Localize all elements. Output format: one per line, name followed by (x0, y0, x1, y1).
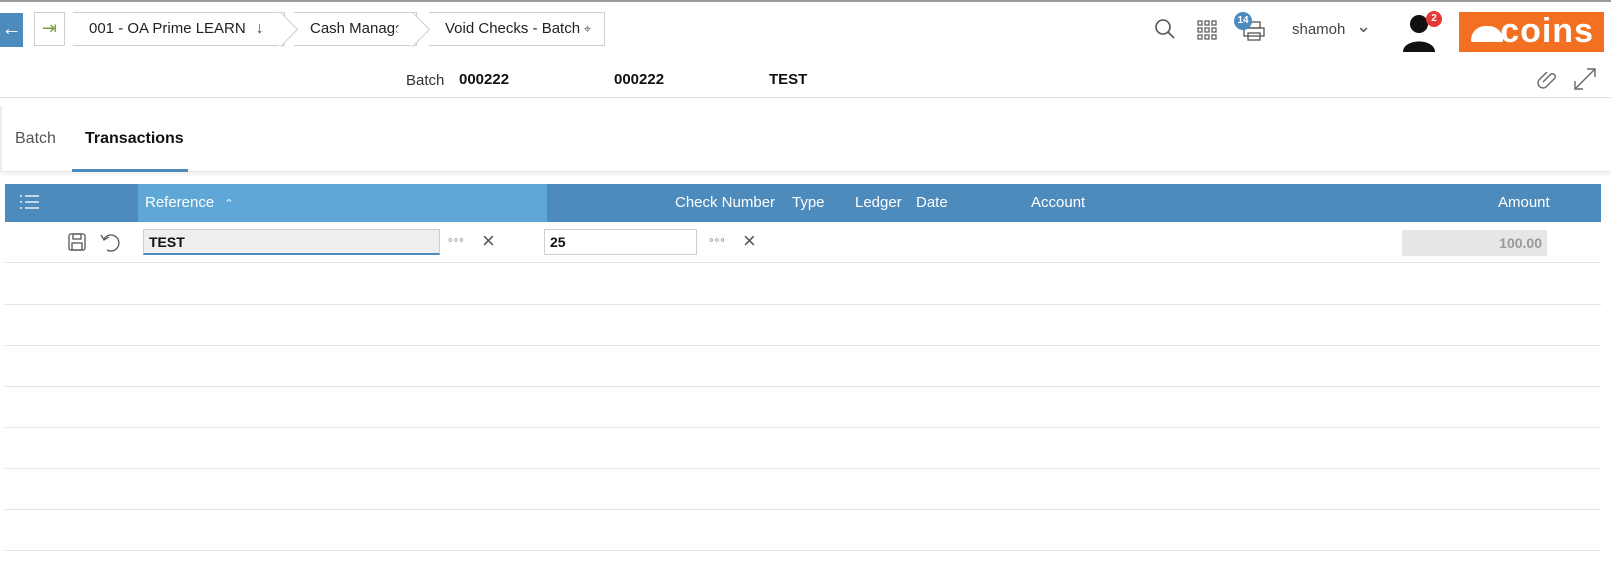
expand-icon[interactable] (1572, 66, 1598, 92)
down-arrow-icon[interactable]: ↓ (256, 20, 264, 37)
reference-clear-icon[interactable]: × (482, 228, 495, 254)
sort-asc-icon: ⌃ (224, 198, 234, 210)
breadcrumb-company-label: 001 - OA Prime LEARN (89, 20, 246, 37)
breadcrumb-void-checks[interactable]: Void Checks - Batch ⌖ (429, 12, 605, 46)
undo-icon[interactable] (99, 231, 123, 253)
column-type[interactable]: Type (792, 194, 825, 211)
pin-icon[interactable]: ⌖ (580, 21, 591, 36)
back-arrow-icon[interactable]: ← (0, 13, 23, 47)
active-tab-indicator (72, 169, 188, 172)
table-row[interactable] (5, 346, 1601, 387)
top-bar: ← ⇥ 001 - OA Prime LEARN ↓ Cash Manager V… (0, 0, 1611, 58)
coins-logo: coins (1459, 12, 1604, 52)
save-icon[interactable] (67, 232, 87, 252)
table-row[interactable] (5, 305, 1601, 346)
table-row[interactable] (5, 510, 1601, 551)
apps-grid-icon[interactable] (1197, 20, 1217, 40)
column-reference[interactable]: Reference ⌃ (145, 194, 234, 211)
breadcrumb-cash-manager-label: Cash Manager (310, 20, 409, 37)
batch-number: 000222 (459, 71, 510, 88)
breadcrumb-cash-manager[interactable]: Cash Manager (294, 12, 417, 46)
attachment-icon[interactable] (1536, 68, 1560, 92)
breadcrumb-company[interactable]: 001 - OA Prime LEARN ↓ (73, 12, 285, 46)
column-amount[interactable]: Amount (1498, 194, 1550, 211)
amount-field: 100.00 (1402, 230, 1547, 256)
check-number-input[interactable]: 25 (544, 229, 697, 255)
transactions-grid: Reference ⌃ Check Number Type Ledger Dat… (5, 184, 1601, 570)
check-number-lookup-icon[interactable]: ◦◦◦ (709, 232, 726, 247)
batch-header: Batch 000222 000222 TEST (0, 58, 1611, 98)
user-name[interactable]: shamoh (1292, 21, 1345, 38)
batch-number-2: 000222 (614, 71, 665, 88)
column-date[interactable]: Date (916, 194, 948, 211)
table-row-edit: TEST ◦◦◦ × 25 ◦◦◦ × 100.00 (5, 222, 1601, 263)
batch-label: Batch (406, 72, 445, 89)
check-number-clear-icon[interactable]: × (743, 228, 756, 254)
column-reference-label: Reference (145, 194, 215, 211)
breadcrumb-void-checks-label: Void Checks - Batch (445, 20, 581, 37)
reference-lookup-icon[interactable]: ◦◦◦ (448, 232, 465, 247)
column-account[interactable]: Account (1031, 194, 1085, 211)
hardhat-icon (1471, 26, 1503, 42)
column-check-number[interactable]: Check Number (675, 194, 775, 211)
reference-input[interactable]: TEST (143, 229, 440, 255)
table-row[interactable] (5, 428, 1601, 469)
search-icon[interactable] (1154, 18, 1176, 40)
table-row[interactable] (5, 264, 1601, 305)
tab-transactions[interactable]: Transactions (85, 130, 184, 148)
table-row[interactable] (5, 469, 1601, 510)
print-badge: 14 (1234, 12, 1252, 30)
notification-badge: 2 (1426, 11, 1442, 27)
column-menu-icon[interactable] (19, 192, 39, 212)
tab-bar: Batch Transactions (0, 106, 1611, 172)
grid-header: Reference ⌃ Check Number Type Ledger Dat… (5, 184, 1601, 222)
tab-batch[interactable]: Batch (15, 130, 56, 148)
batch-description: TEST (769, 71, 808, 88)
logo-text: coins (1500, 12, 1594, 50)
breadcrumb-home-icon[interactable]: ⇥ (34, 12, 65, 46)
column-ledger[interactable]: Ledger (855, 194, 902, 211)
table-row[interactable] (5, 387, 1601, 428)
chevron-down-icon[interactable]: ⌄ (1356, 16, 1371, 37)
